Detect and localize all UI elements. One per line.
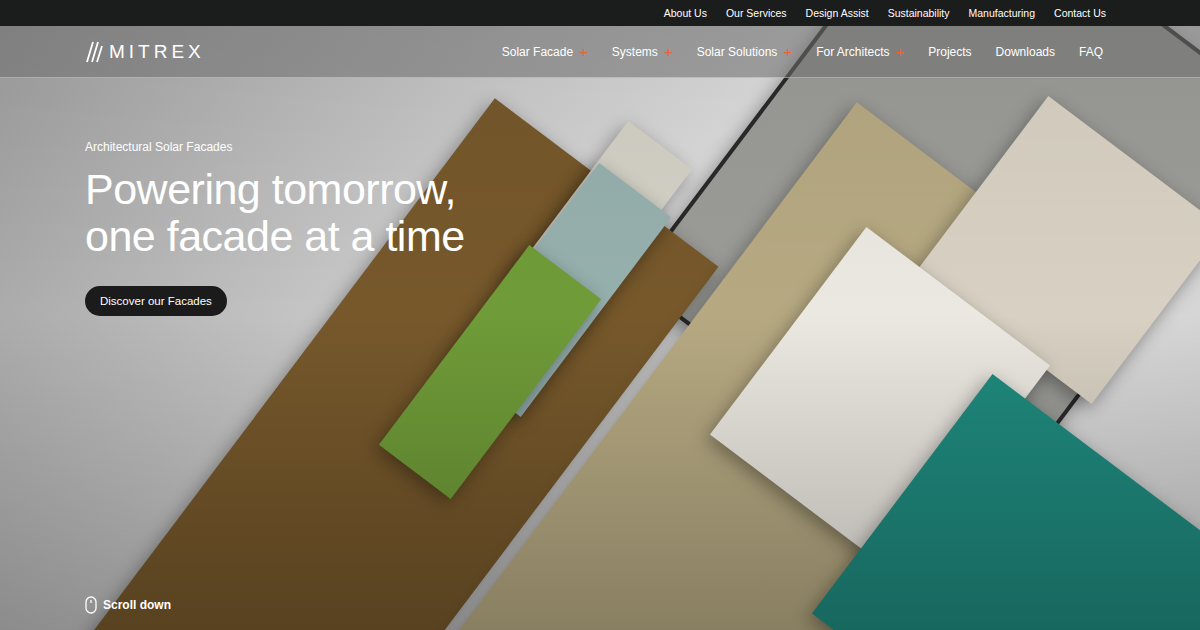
- nav-item[interactable]: Projects: [928, 45, 971, 59]
- expand-icon: +: [664, 44, 673, 59]
- top-link[interactable]: Contact Us: [1054, 7, 1106, 19]
- expand-icon: +: [579, 44, 588, 59]
- nav-item[interactable]: Systems +: [612, 44, 673, 59]
- scroll-down[interactable]: Scroll down: [85, 596, 1200, 614]
- hero-headline: Powering tomorrow,one facade at a time: [85, 166, 1200, 260]
- top-link[interactable]: About Us: [664, 7, 707, 19]
- logo-slashes-icon: [85, 40, 103, 64]
- nav-item[interactable]: FAQ: [1079, 45, 1103, 59]
- hero: Architectural Solar Facades Powering tom…: [0, 78, 1200, 630]
- top-link[interactable]: Sustainability: [888, 7, 950, 19]
- nav-item[interactable]: Solar Solutions +: [697, 44, 792, 59]
- top-link[interactable]: Our Services: [726, 7, 787, 19]
- main-header: MITREX Solar Facade + Systems + Solar Solu…: [0, 26, 1200, 78]
- expand-icon: +: [783, 44, 792, 59]
- top-link[interactable]: Design Assist: [806, 7, 869, 19]
- nav-item[interactable]: Solar Facade +: [502, 44, 588, 59]
- main-nav: Solar Facade + Systems + Solar Solutions +…: [502, 44, 1103, 59]
- nav-item[interactable]: Downloads: [996, 45, 1055, 59]
- nav-item[interactable]: For Architects +: [816, 44, 904, 59]
- home-page: About Us Our Services Design Assist Sustain…: [0, 0, 1200, 630]
- top-bar: About Us Our Services Design Assist Sustain…: [0, 0, 1200, 26]
- mouse-icon: [85, 596, 97, 614]
- logo[interactable]: MITREX: [85, 40, 205, 64]
- hero-eyebrow: Architectural Solar Facades: [85, 140, 1200, 154]
- expand-icon: +: [895, 44, 904, 59]
- top-link[interactable]: Manufacturing: [969, 7, 1036, 19]
- discover-button[interactable]: Discover our Facades: [85, 286, 227, 316]
